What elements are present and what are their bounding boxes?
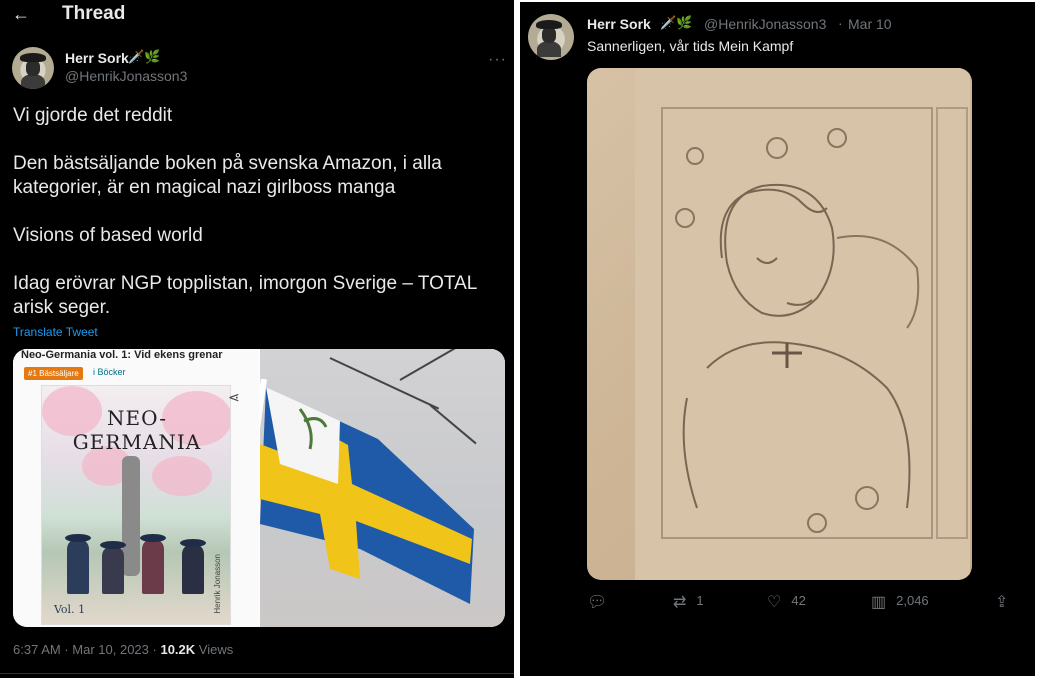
tweet-actions: 💬︎ ⇄ 1 ♡ 42 ▥ 2,046 ⇪ xyxy=(587,590,1017,614)
retweet-count: 1 xyxy=(696,593,704,608)
tweet-paragraph: Idag erövrar NGP topplistan, imorgon Sve… xyxy=(13,273,477,318)
sketch-photo[interactable] xyxy=(587,68,972,580)
views-count: 10.2K xyxy=(160,642,196,657)
avatar[interactable] xyxy=(528,14,574,60)
views-button[interactable]: ▥ 2,046 xyxy=(871,592,929,612)
swedish-flag-graphic xyxy=(260,387,474,604)
cover-title: NEO-GERMANIA xyxy=(72,406,202,454)
heart-icon: ♡ xyxy=(767,594,782,611)
tweet-date[interactable]: Mar 10, 2023 xyxy=(72,642,149,657)
author-name[interactable]: Herr Sork xyxy=(587,16,651,32)
tweet-time[interactable]: 6:37 AM xyxy=(13,642,61,657)
reply-tweet: Herr Sork 🗡️🌿 @HenrikJonasson3 · Mar 10 … xyxy=(520,2,1035,676)
tweet-media[interactable]: Neo-Germania vol. 1: Vid ekens grenar #1… xyxy=(13,349,505,627)
screenshot-root: ← Thread Herr Sork 🗡️🌿 @HenrikJonasson3 … xyxy=(0,0,1040,683)
reply-icon: 💬︎ xyxy=(587,594,608,611)
like-button[interactable]: ♡ 42 xyxy=(767,592,806,612)
cover-volume: Vol. 1 xyxy=(54,603,86,616)
book-cover: NEO-GERMANIA Vol. 1 Henrik Jonasson xyxy=(41,385,231,625)
author-emoji: 🗡️🌿 xyxy=(660,15,693,30)
author-handle[interactable]: @HenrikJonasson3 xyxy=(704,16,826,32)
like-count: 42 xyxy=(791,593,806,608)
tweet-timestamp: 6:37 AM · Mar 10, 2023 · 10.2K Views xyxy=(13,642,234,657)
author-name[interactable]: Herr Sork xyxy=(65,50,129,66)
tweet-body: Vi gjorde det reddit Den bästsäljande bo… xyxy=(13,104,508,344)
tweet-paragraph: Vi gjorde det reddit xyxy=(13,105,173,126)
retweet-button[interactable]: ⇄ 1 xyxy=(673,592,704,612)
pencil-sketch-graphic xyxy=(661,107,968,539)
tweet-paragraph: Den bästsäljande boken på svenska Amazon… xyxy=(13,153,442,198)
share-icon: ⋖ xyxy=(228,389,240,405)
tweet-date[interactable]: Mar 10 xyxy=(848,16,892,32)
bestseller-category: i Böcker xyxy=(93,367,126,377)
thread-header: ← Thread xyxy=(0,0,514,30)
reply-button[interactable]: 💬︎ xyxy=(587,592,617,612)
book-header-text: Neo-Germania vol. 1: Vid ekens grenar xyxy=(21,349,223,361)
share-button[interactable]: ⇪ xyxy=(995,592,1018,612)
more-options-icon[interactable]: ··· xyxy=(488,51,507,69)
author-emoji: 🗡️🌿 xyxy=(128,49,161,64)
avatar[interactable] xyxy=(12,47,54,89)
book-screenshot-image[interactable]: Neo-Germania vol. 1: Vid ekens grenar #1… xyxy=(13,349,259,627)
cover-author: Henrik Jonasson xyxy=(213,554,222,614)
tweet-text: Sannerligen, vår tids Mein Kampf xyxy=(587,38,794,54)
retweet-icon: ⇄ xyxy=(673,594,687,611)
views-label: Views xyxy=(198,642,234,657)
bestseller-badge: #1 Bästsäljare xyxy=(24,367,83,380)
divider xyxy=(0,673,514,674)
bar-chart-icon: ▥ xyxy=(871,594,887,611)
flag-photo[interactable] xyxy=(260,349,505,627)
arrow-left-icon[interactable]: ← xyxy=(12,4,30,25)
author-handle[interactable]: @HenrikJonasson3 xyxy=(65,68,187,84)
separator: · xyxy=(838,15,843,31)
share-icon: ⇪ xyxy=(995,594,1009,611)
thread-panel: ← Thread Herr Sork 🗡️🌿 @HenrikJonasson3 … xyxy=(0,0,514,678)
page-title: Thread xyxy=(62,3,126,24)
translate-tweet-link[interactable]: Translate Tweet xyxy=(13,325,98,339)
tweet-paragraph: Visions of based world xyxy=(13,225,203,246)
views-count: 2,046 xyxy=(896,593,929,608)
